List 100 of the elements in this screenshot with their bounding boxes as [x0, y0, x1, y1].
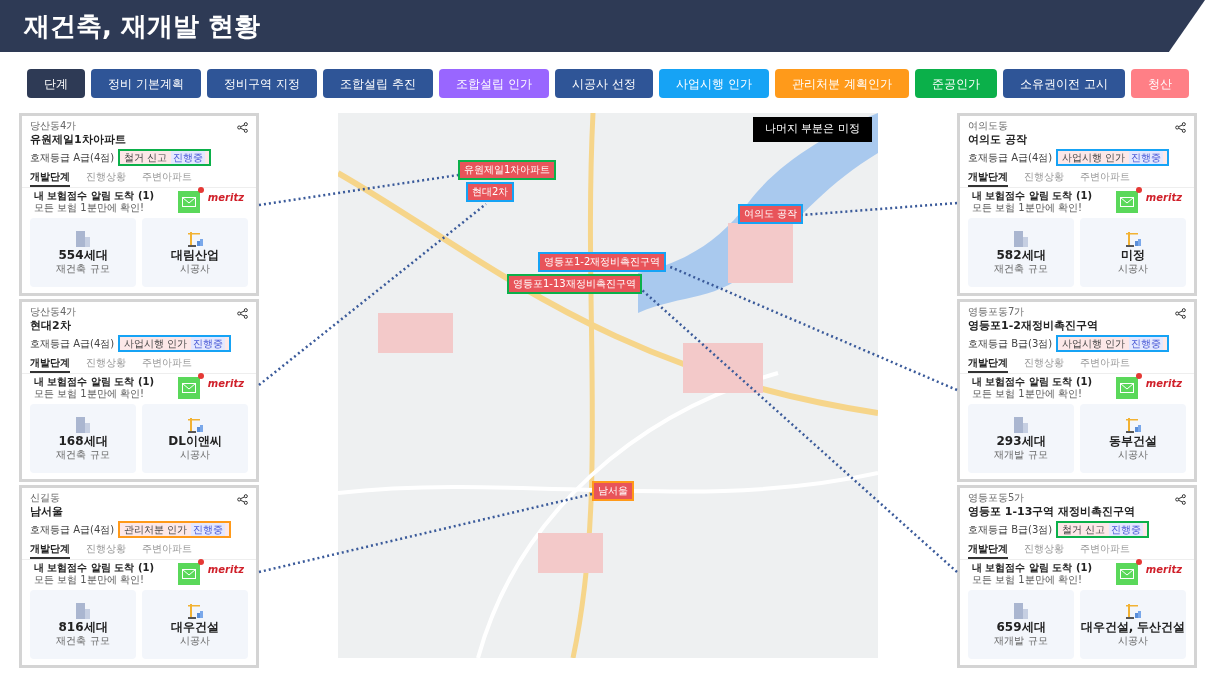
ad-title: 내 보험점수 알림 도착 (1): [34, 562, 156, 574]
map-marker-label[interactable]: 여의도 공작: [738, 204, 804, 224]
grade-label: 호재등급 A급(4점): [968, 151, 1053, 165]
building-icon: [1014, 230, 1028, 247]
builder-value: 미정: [1121, 246, 1145, 263]
card-tab[interactable]: 진행상황: [86, 356, 126, 373]
district-label: 영등포동5가: [968, 492, 1025, 504]
building-icon: [1014, 602, 1028, 619]
ad-text: 모든 보험 1분만에 확인!: [972, 388, 1083, 400]
builder-value: 동부건설: [1109, 432, 1157, 449]
ad-text: 모든 보험 1분만에 확인!: [972, 202, 1083, 214]
building-icon: [76, 230, 90, 247]
map-marker-label[interactable]: 영등포1-13재정비촉진구역: [507, 274, 642, 294]
share-icon[interactable]: [237, 494, 248, 505]
crane-icon: [1125, 416, 1141, 433]
builder-label: 시공사: [180, 448, 210, 461]
card-tab[interactable]: 진행상황: [1024, 542, 1064, 559]
households-value: 168세대: [58, 432, 108, 449]
project-name: 남서울: [30, 505, 64, 519]
district-label: 당산동4가: [30, 306, 77, 318]
ad-brand: meritz: [1145, 191, 1182, 205]
card-tab[interactable]: 개발단계: [968, 356, 1008, 373]
crane-icon: [1125, 602, 1141, 619]
card-tab[interactable]: 주변아파트: [142, 356, 192, 373]
grade-label: 호재등급 B급(3점): [968, 337, 1053, 351]
map-marker-label[interactable]: 남서울: [592, 481, 634, 501]
builder-label: 시공사: [180, 262, 210, 275]
card-tab[interactable]: 진행상황: [86, 170, 126, 187]
card-tab[interactable]: 개발단계: [30, 170, 70, 187]
builder-label: 시공사: [1118, 448, 1148, 461]
status-label: 관리처분 인가: [124, 523, 188, 536]
card-tab[interactable]: 주변아파트: [1080, 356, 1130, 373]
card-tab[interactable]: 진행상황: [86, 542, 126, 559]
grade-label: 호재등급 A급(4점): [30, 523, 115, 537]
ad-text: 모든 보험 1분만에 확인!: [34, 574, 145, 586]
map-note: 나머지 부분은 미정: [753, 117, 872, 142]
map-marker-label[interactable]: 현대2차: [466, 182, 515, 202]
stage-label: 준공인가: [914, 69, 997, 98]
progress-tag: 진행중: [1129, 151, 1164, 164]
grade-label: 호재등급 A급(4점): [30, 337, 115, 351]
card-tab[interactable]: 주변아파트: [142, 542, 192, 559]
share-icon[interactable]: [237, 308, 248, 319]
card-tab[interactable]: 진행상황: [1024, 356, 1064, 373]
ad-title: 내 보험점수 알림 도착 (1): [972, 562, 1094, 574]
builder-label: 시공사: [1118, 634, 1148, 647]
ad-brand: meritz: [1145, 377, 1182, 391]
card-tab[interactable]: 주변아파트: [1080, 542, 1130, 559]
status-label: 철거 신고: [1062, 523, 1106, 536]
ad-title: 내 보험점수 알림 도착 (1): [34, 190, 156, 202]
district-label: 여의도동: [968, 120, 1008, 132]
page-title: 재건축, 재개발 현황: [24, 9, 260, 43]
builder-value: 대림산업: [171, 246, 219, 263]
households-value: 293세대: [996, 432, 1046, 449]
ad-title: 내 보험점수 알림 도착 (1): [972, 190, 1094, 202]
share-icon[interactable]: [237, 122, 248, 133]
progress-tag: 진행중: [191, 337, 226, 350]
card-tab[interactable]: 개발단계: [968, 170, 1008, 187]
card-tab[interactable]: 개발단계: [30, 542, 70, 559]
stage-label: 사업시행 인가: [658, 69, 769, 98]
project-name: 유원제일1차아파트: [30, 133, 127, 147]
progress-tag: 진행중: [191, 523, 226, 536]
builder-value: 대우건설: [171, 618, 219, 635]
share-icon[interactable]: [1175, 308, 1186, 319]
ad-text: 모든 보험 1분만에 확인!: [972, 574, 1083, 586]
crane-icon: [1125, 230, 1141, 247]
district-label: 영등포동7가: [968, 306, 1025, 318]
builder-label: 시공사: [1118, 262, 1148, 275]
card-tab[interactable]: 개발단계: [30, 356, 70, 373]
stage-label: 관리처분 계획인가: [774, 69, 909, 98]
card-tab[interactable]: 주변아파트: [142, 170, 192, 187]
households-label: 재개발 규모: [994, 634, 1048, 647]
status-label: 철거 신고: [124, 151, 168, 164]
share-icon[interactable]: [1175, 494, 1186, 505]
card-tab[interactable]: 진행상황: [1024, 170, 1064, 187]
status-label: 사업시행 인가: [124, 337, 188, 350]
stage-label: 조합설립 인가: [439, 69, 549, 98]
grade-label: 호재등급 B급(3점): [968, 523, 1053, 537]
households-label: 재개발 규모: [994, 448, 1048, 461]
progress-tag: 진행중: [1129, 337, 1164, 350]
ad-brand: meritz: [207, 563, 244, 577]
stage-label: 조합설립 추진: [323, 69, 433, 98]
ad-title: 내 보험점수 알림 도착 (1): [34, 376, 156, 388]
map-marker-label[interactable]: 영등포1-2재정비촉진구역: [538, 252, 667, 272]
stage-label: 정비 기본계획: [91, 69, 202, 98]
households-label: 재건축 규모: [56, 448, 110, 461]
households-value: 816세대: [58, 618, 108, 635]
card-tab[interactable]: 개발단계: [968, 542, 1008, 559]
district-label: 신길동: [30, 492, 60, 504]
ad-text: 모든 보험 1분만에 확인!: [34, 202, 145, 214]
share-icon[interactable]: [1175, 122, 1186, 133]
ad-brand: meritz: [1145, 563, 1182, 577]
crane-icon: [187, 416, 203, 433]
ad-brand: meritz: [207, 377, 244, 391]
crane-icon: [187, 230, 203, 247]
builder-value: 대우건설, 두산건설: [1080, 618, 1186, 635]
status-label: 사업시행 인가: [1062, 151, 1126, 164]
building-icon: [1014, 416, 1028, 433]
district-label: 당산동4가: [30, 120, 77, 132]
card-tab[interactable]: 주변아파트: [1080, 170, 1130, 187]
map-marker-label[interactable]: 유원제일1차아파트: [458, 160, 557, 180]
